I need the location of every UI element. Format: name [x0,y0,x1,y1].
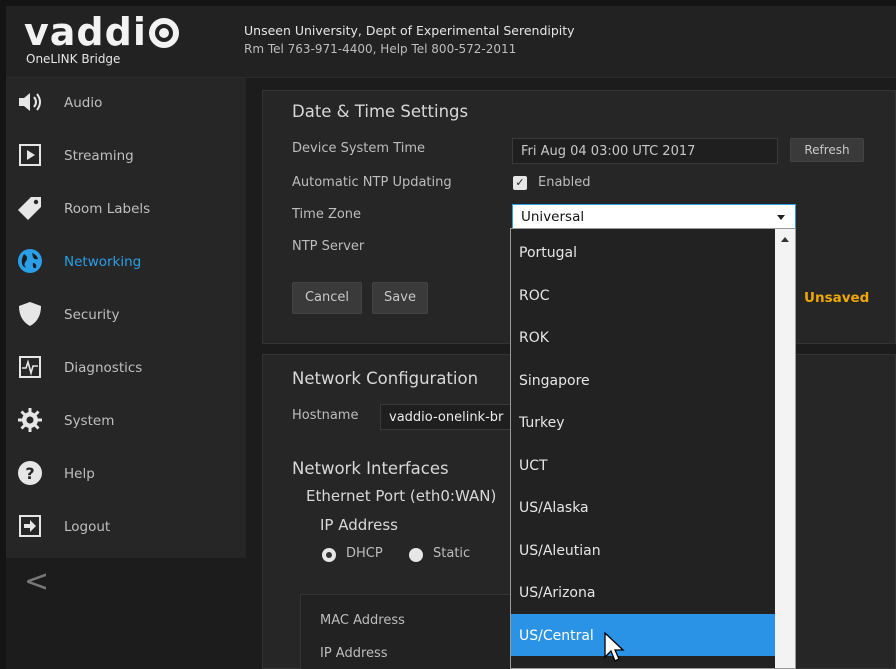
sidebar-item-label: Security [64,307,120,323]
sidebar: Audio Streaming Room Labels Networking S… [6,78,246,558]
sidebar-item-room-labels[interactable]: Room Labels [6,184,246,236]
timezone-option[interactable]: Singapore [511,359,777,401]
ethernet-port-title: Ethernet Port (eth0:WAN) [306,487,497,505]
refresh-button[interactable]: Refresh [790,138,864,162]
scroll-up-icon[interactable] [781,237,789,242]
dropdown-scrollbar[interactable] [775,229,795,668]
sidebar-item-networking[interactable]: Networking [6,237,246,289]
sidebar-item-label: Networking [64,254,142,270]
timezone-option[interactable]: US/Alaska [511,486,777,528]
device-time-value: Fri Aug 04 03:00 UTC 2017 [512,138,778,164]
org-name: Unseen University, Dept of Experimental … [244,23,575,38]
shield-icon [16,300,44,328]
timezone-option[interactable]: Portugal [511,231,777,273]
timezone-option[interactable]: Turkey [511,401,777,443]
timezone-dropdown[interactable]: Portugal ROC ROK Singapore Turkey UCT US… [510,228,796,669]
collapse-sidebar-button[interactable]: < [24,564,49,599]
app-window: vaddi OneLINK Bridge Unseen University, … [6,6,896,669]
hostname-label: Hostname [292,408,359,423]
network-title: Network Configuration [292,369,479,388]
sidebar-item-label: Audio [64,95,103,111]
sidebar-item-logout[interactable]: Logout [6,502,246,554]
ntp-checkbox[interactable]: ✓ [513,176,527,190]
unsaved-status: Unsaved [804,290,870,306]
timezone-option[interactable]: US/Aleutian [511,529,777,571]
timezone-option[interactable]: ROC [511,274,777,316]
hostname-input[interactable]: vaddio-onelink-br [380,404,520,430]
ntp-label: Automatic NTP Updating [292,175,452,190]
sidebar-item-audio[interactable]: Audio [6,78,246,130]
gear-icon [16,406,44,434]
tag-icon [16,194,44,222]
org-phones: Rm Tel 763-971-4400, Help Tel 800-572-20… [244,42,517,56]
timezone-select[interactable]: Universal [512,204,796,230]
ntp-enabled-label: Enabled [538,175,591,190]
timezone-option[interactable]: US/Arizona [511,571,777,613]
chevron-down-icon [777,215,785,220]
cancel-button[interactable]: Cancel [292,282,362,314]
sidebar-item-system[interactable]: System [6,396,246,448]
dhcp-label: DHCP [346,546,383,561]
timezone-option-highlighted[interactable]: US/Central [511,614,777,656]
sidebar-item-help[interactable]: ? Help [6,449,246,501]
timezone-select-value: Universal [521,209,585,225]
datetime-title: Date & Time Settings [292,102,469,121]
sidebar-item-label: Help [64,466,95,482]
sidebar-item-label: Streaming [64,148,134,164]
svg-text:?: ? [25,464,34,483]
ip-address-label: IP Address [320,646,388,661]
sidebar-item-label: Room Labels [64,201,151,217]
timezone-label: Time Zone [292,207,362,222]
sidebar-item-security[interactable]: Security [6,290,246,342]
sidebar-item-label: Logout [64,519,111,535]
timezone-option[interactable]: UCT [511,444,777,486]
speaker-icon [16,88,44,116]
organization-info: Unseen University, Dept of Experimental … [244,22,575,58]
logout-icon [16,512,44,540]
pulse-icon [16,353,44,381]
ip-address-title: IP Address [320,516,398,534]
dhcp-radio[interactable] [322,548,336,562]
sidebar-item-streaming[interactable]: Streaming [6,131,246,183]
sidebar-item-label: Diagnostics [64,360,143,376]
timezone-option[interactable]: ROK [511,316,777,358]
play-icon [16,141,44,169]
ntp-server-label: NTP Server [292,239,365,254]
globe-icon [16,247,44,275]
network-interfaces-title: Network Interfaces [292,459,449,478]
static-label: Static [433,546,471,561]
product-name: OneLINK Bridge [26,52,121,66]
sidebar-item-label: System [64,413,115,429]
header: vaddi OneLINK Bridge Unseen University, … [6,6,896,78]
logo: vaddi [24,12,179,52]
timezone-options: Portugal ROC ROK Singapore Turkey UCT US… [511,229,777,668]
mouse-pointer-icon [604,631,626,668]
device-time-label: Device System Time [292,141,426,156]
static-radio[interactable] [409,548,423,562]
mac-address-label: MAC Address [320,613,405,628]
help-icon: ? [16,459,44,487]
save-button[interactable]: Save [372,282,428,314]
sidebar-item-diagnostics[interactable]: Diagnostics [6,343,246,395]
